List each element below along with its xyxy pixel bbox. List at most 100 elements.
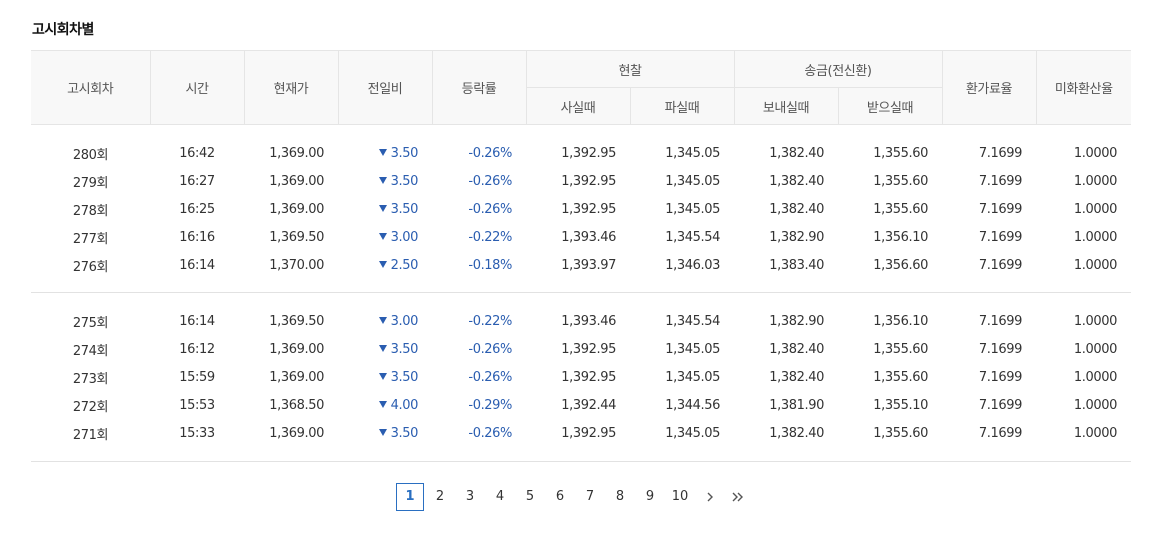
cell-price-value: 1,369.00 [269,173,324,189]
chevron-right-icon [707,492,713,502]
cell-wire-send-value: 1,381.90 [769,397,824,413]
cell-price: 1,369.00 [244,363,338,391]
cell-wire-receive: 1,355.60 [838,167,942,195]
cell-conversion-value: 7.1699 [978,397,1022,413]
cell-price: 1,369.00 [244,167,338,195]
page-4-button[interactable]: 4 [486,484,514,510]
table-row: 275회 16:14 1,369.50 3.00 -0.22% 1,393.46 1,345… [31,307,1131,335]
cell-time-value: 15:53 [179,397,215,413]
cell-cash-sell-value: 1,345.05 [665,145,720,161]
cell-wire-receive-value: 1,355.60 [873,425,928,441]
cell-usd-rate: 1.0000 [1036,335,1131,363]
cell-wire-receive-value: 1,355.10 [873,397,928,413]
cell-price: 1,369.50 [244,307,338,335]
cell-time-value: 16:25 [179,201,215,217]
header-usd-rate: 미화환산율 [1035,50,1131,125]
cell-time: 16:12 [150,335,244,363]
header-wire-receive: 받으실때 [837,87,942,125]
cell-usd-rate: 1.0000 [1036,391,1131,419]
cell-cash-sell-value: 1,344.56 [665,397,720,413]
page-10-button[interactable]: 10 [666,484,694,510]
cell-wire-send-value: 1,382.40 [769,341,824,357]
page-2-button[interactable]: 2 [426,484,454,510]
cell-price: 1,369.00 [244,195,338,223]
cell-cash-sell: 1,345.54 [630,223,734,251]
cell-conversion: 7.1699 [942,223,1036,251]
cell-cash-sell: 1,345.54 [630,307,734,335]
page-6-button[interactable]: 6 [546,484,574,510]
cell-wire-receive: 1,355.60 [838,139,942,167]
header-wire: 송금(전신환) [733,50,942,88]
cell-conversion: 7.1699 [942,335,1036,363]
header-cash-buy: 사실때 [525,87,630,125]
cell-rate: -0.26% [432,195,526,223]
cell-conversion: 7.1699 [942,251,1036,279]
page-9-button[interactable]: 9 [636,484,664,510]
cell-round-value: 272회 [72,399,109,415]
cell-rate-value: -0.26% [468,145,512,161]
cell-wire-send: 1,382.40 [734,419,838,447]
page-3-button[interactable]: 3 [456,484,484,510]
cell-change-value: 3.50 [390,341,419,357]
cell-round: 277회 [31,223,150,251]
cell-time-value: 16:14 [179,257,215,273]
cell-time: 16:27 [150,167,244,195]
cell-rate-value: -0.26% [468,341,512,357]
down-triangle-icon [378,232,387,240]
cell-wire-receive: 1,356.10 [838,223,942,251]
cell-wire-send: 1,383.40 [734,251,838,279]
cell-price: 1,369.00 [244,419,338,447]
next-page-button[interactable] [696,484,724,510]
cell-change-value: 3.50 [390,145,419,161]
cell-usd-rate: 1.0000 [1036,195,1131,223]
section-title: 고시회차별 [32,22,94,38]
cell-cash-sell-value: 1,345.05 [665,341,720,357]
cell-round-value: 280회 [72,147,109,163]
header-cash-sell: 파실때 [629,87,734,125]
cell-time-value: 16:14 [179,313,215,329]
cell-round: 275회 [31,307,150,335]
cell-wire-send-value: 1,382.40 [769,369,824,385]
page-8-button[interactable]: 8 [606,484,634,510]
cell-cash-sell-value: 1,345.05 [665,201,720,217]
last-page-button[interactable] [724,484,752,510]
cell-usd-rate-value: 1.0000 [1073,145,1117,161]
page-7-button[interactable]: 7 [576,484,604,510]
cell-round: 272회 [31,391,150,419]
cell-change: 3.00 [338,307,432,335]
table-body: 280회 16:42 1,369.00 3.50 -0.26% 1,392.95 1,345… [31,125,1131,462]
cell-cash-sell: 1,344.56 [630,391,734,419]
down-triangle-icon [378,260,387,268]
cell-time: 16:14 [150,251,244,279]
cell-time-value: 16:16 [179,229,215,245]
cell-rate: -0.18% [432,251,526,279]
cell-time: 16:16 [150,223,244,251]
cell-wire-send: 1,382.90 [734,307,838,335]
table-row: 280회 16:42 1,369.00 3.50 -0.26% 1,392.95 1,345… [31,139,1131,167]
cell-conversion-value: 7.1699 [978,201,1022,217]
cell-change: 2.50 [338,251,432,279]
header-conversion: 환가료율 [941,50,1036,125]
cell-cash-sell-value: 1,345.05 [665,425,720,441]
cell-round-value: 278회 [72,203,109,219]
cell-time-value: 15:33 [179,425,215,441]
page-1-button[interactable]: 1 [396,483,424,511]
cell-usd-rate: 1.0000 [1036,167,1131,195]
cell-time: 15:53 [150,391,244,419]
cell-wire-send: 1,382.40 [734,167,838,195]
cell-wire-send: 1,382.40 [734,335,838,363]
cell-conversion: 7.1699 [942,363,1036,391]
row-spacer [31,279,1131,293]
page-5-button[interactable]: 5 [516,484,544,510]
cell-change-value: 3.00 [390,313,419,329]
cell-wire-send: 1,382.40 [734,195,838,223]
cell-cash-buy-value: 1,393.46 [561,229,616,245]
header-change: 전일비 [337,50,432,125]
cell-wire-send-value: 1,382.90 [769,313,824,329]
cell-change: 3.50 [338,195,432,223]
cell-round-value: 279회 [72,175,109,191]
cell-time: 15:59 [150,363,244,391]
cell-rate: -0.26% [432,139,526,167]
cell-conversion-value: 7.1699 [978,313,1022,329]
cell-cash-sell-value: 1,345.54 [665,313,720,329]
